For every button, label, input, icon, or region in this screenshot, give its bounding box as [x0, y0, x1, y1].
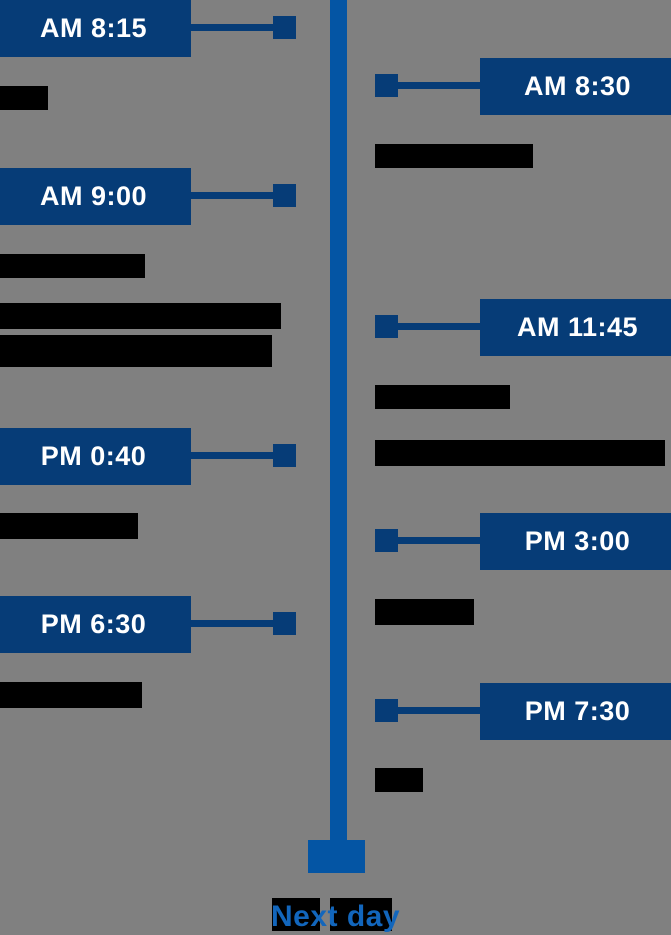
- timeline-event-time-label: AM 8:15: [39, 13, 148, 43]
- event-connector-node: [273, 184, 296, 207]
- event-connector-line: [191, 452, 273, 459]
- event-connector-line: [398, 537, 480, 544]
- timeline-event-time-label: AM 8:30: [523, 71, 632, 101]
- timeline-event-description-redacted: [375, 385, 510, 409]
- timeline-container: AM 8:15 AM 8:30 AM 9:00 AM 11:45 PM 0:40 PM 3…: [0, 0, 671, 935]
- event-connector-node: [375, 315, 398, 338]
- timeline-event-time-box[interactable]: PM 0:40: [0, 428, 191, 485]
- timeline-event-time-label: AM 9:00: [39, 181, 148, 211]
- timeline-event-time-label: PM 0:40: [40, 441, 147, 471]
- timeline-event-time-box[interactable]: PM 3:00: [480, 513, 671, 570]
- timeline-event-description-redacted: [0, 513, 138, 539]
- timeline-event-time-box[interactable]: AM 11:45: [480, 299, 671, 356]
- timeline-event-time-box[interactable]: AM 8:30: [480, 58, 671, 115]
- next-day-footer: Next day: [0, 900, 671, 934]
- timeline-event-time-label: PM 6:30: [40, 609, 147, 639]
- timeline-spine: [330, 0, 347, 840]
- timeline-event-time-label: PM 3:00: [524, 526, 631, 556]
- timeline-event-description-redacted: [0, 682, 142, 708]
- timeline-event-time-label: AM 11:45: [516, 312, 639, 342]
- timeline-event-description-redacted: [375, 440, 665, 466]
- timeline-end-cap: [308, 840, 365, 873]
- event-connector-line: [191, 620, 273, 627]
- timeline-event-description-redacted: [0, 254, 145, 278]
- event-connector-line: [398, 707, 480, 714]
- event-connector-node: [273, 444, 296, 467]
- event-connector-node: [375, 74, 398, 97]
- event-connector-line: [191, 192, 273, 199]
- timeline-event-description-redacted: [375, 144, 533, 168]
- event-connector-line: [398, 323, 480, 330]
- timeline-event-description-redacted: [0, 303, 281, 329]
- timeline-event-description-redacted: [0, 86, 48, 110]
- timeline-event-time-box[interactable]: AM 9:00: [0, 168, 191, 225]
- timeline-event-time-label: PM 7:30: [524, 696, 631, 726]
- event-connector-node: [375, 529, 398, 552]
- event-connector-line: [398, 82, 480, 89]
- timeline-event-description-redacted: [0, 335, 272, 367]
- timeline-event-time-box[interactable]: AM 8:15: [0, 0, 191, 57]
- timeline-event-time-box[interactable]: PM 7:30: [480, 683, 671, 740]
- event-connector-node: [273, 612, 296, 635]
- event-connector-node: [375, 699, 398, 722]
- timeline-event-description-redacted: [375, 768, 423, 792]
- next-day-text: Next day: [270, 900, 401, 933]
- event-connector-line: [191, 24, 273, 31]
- timeline-event-time-box[interactable]: PM 6:30: [0, 596, 191, 653]
- event-connector-node: [273, 16, 296, 39]
- timeline-event-description-redacted: [375, 599, 474, 625]
